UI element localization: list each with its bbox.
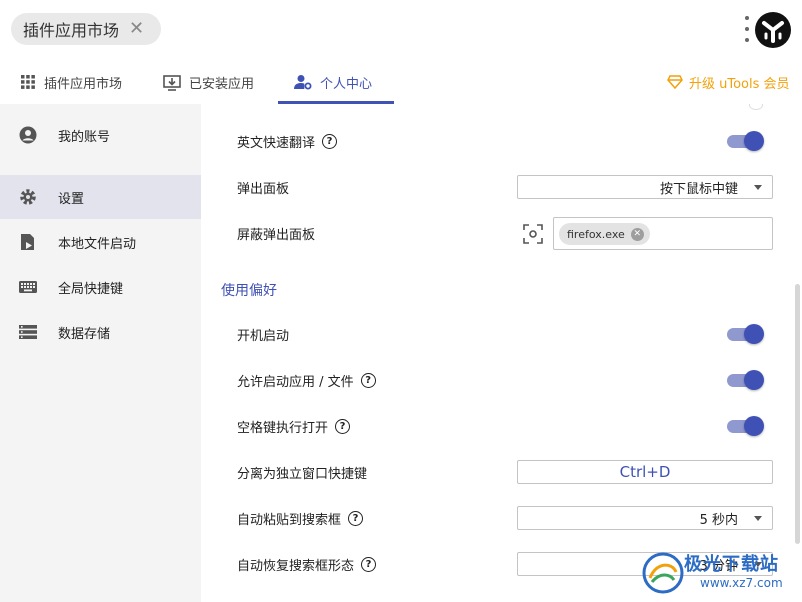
storage-icon bbox=[18, 322, 38, 342]
select-value: 5 秒内 bbox=[699, 512, 738, 528]
scroll-thumb[interactable] bbox=[795, 284, 800, 544]
sidebar-item-settings[interactable]: 设置 bbox=[0, 175, 201, 219]
help-icon[interactable]: ? bbox=[361, 556, 377, 572]
english-translate-toggle[interactable] bbox=[727, 131, 765, 151]
file-launch-icon bbox=[18, 232, 38, 252]
tab-label: 个人中心 bbox=[320, 76, 373, 92]
watermark: 极光下载站 www.xz7.com bbox=[640, 548, 795, 596]
setting-english-translate: 英文快速翻译? bbox=[201, 121, 793, 161]
auto-start-toggle[interactable] bbox=[727, 324, 765, 344]
close-icon[interactable]: ✕ bbox=[129, 20, 144, 38]
upgrade-label: 升级 uTools 会员 bbox=[689, 76, 790, 92]
popup-panel-select[interactable]: 按下鼠标中键 bbox=[517, 175, 773, 199]
sidebar-item-data-storage[interactable]: 数据存储 bbox=[0, 310, 201, 354]
tab-personal-center[interactable]: 个人中心 bbox=[294, 60, 372, 104]
setting-allow-launch: 允许启动应用 / 文件? bbox=[201, 360, 793, 400]
setting-label: 空格键执行打开 bbox=[237, 420, 329, 436]
setting-label: 屏蔽弹出面板 bbox=[237, 227, 316, 243]
user-settings-icon bbox=[294, 75, 312, 90]
allow-launch-toggle[interactable] bbox=[727, 370, 765, 390]
partial-toggle-edge bbox=[749, 104, 763, 110]
setting-auto-paste: 自动粘贴到搜索框? 5 秒内 bbox=[201, 498, 793, 538]
setting-auto-start: 开机启动 bbox=[201, 314, 793, 354]
diamond-icon bbox=[667, 75, 683, 89]
sidebar-item-local-file-launch[interactable]: 本地文件启动 bbox=[0, 220, 201, 264]
setting-label: 自动粘贴到搜索框 bbox=[237, 512, 342, 528]
settings-panel: 英文快速翻译? 弹出面板 按下鼠标中键 屏蔽弹出面板 firefox.exe ✕… bbox=[201, 104, 793, 602]
tab-installed[interactable]: 已安装应用 bbox=[163, 60, 254, 104]
window-picker-icon[interactable] bbox=[523, 224, 543, 244]
more-vertical-icon[interactable] bbox=[741, 16, 753, 42]
aurora-logo-icon bbox=[642, 552, 684, 594]
help-icon[interactable]: ? bbox=[348, 510, 364, 526]
blocked-apps-input[interactable]: firefox.exe ✕ bbox=[553, 217, 773, 250]
app-chip-label: firefox.exe bbox=[567, 227, 625, 241]
tab-plugin-market[interactable]: 插件应用市场 bbox=[20, 60, 122, 104]
watermark-url: www.xz7.com bbox=[700, 576, 783, 590]
grid-icon bbox=[21, 75, 35, 89]
help-icon[interactable]: ? bbox=[322, 133, 338, 149]
setting-popup-panel: 弹出面板 按下鼠标中键 bbox=[201, 167, 793, 207]
setting-detach-hotkey: 分离为独立窗口快捷键 Ctrl+D bbox=[201, 452, 793, 492]
sidebar-item-account[interactable]: 我的账号 bbox=[0, 113, 201, 157]
search-chip-label: 插件应用市场 bbox=[23, 21, 120, 40]
setting-label: 开机启动 bbox=[237, 328, 290, 344]
sidebar-item-global-hotkeys[interactable]: 全局快捷键 bbox=[0, 265, 201, 309]
help-icon[interactable]: ? bbox=[360, 372, 376, 388]
sidebar-item-label: 我的账号 bbox=[58, 129, 111, 145]
sidebar-item-label: 数据存储 bbox=[58, 326, 111, 342]
utools-logo-icon[interactable] bbox=[755, 12, 791, 48]
watermark-text: 极光下载站 bbox=[684, 554, 779, 575]
section-usage-title: 使用偏好 bbox=[221, 283, 277, 299]
installed-download-icon bbox=[163, 74, 181, 91]
setting-label: 分离为独立窗口快捷键 bbox=[237, 466, 368, 482]
auto-paste-select[interactable]: 5 秒内 bbox=[517, 506, 773, 530]
setting-label: 自动恢复搜索框形态 bbox=[237, 558, 355, 574]
remove-chip-icon[interactable]: ✕ bbox=[630, 227, 644, 241]
account-circle-icon bbox=[18, 125, 38, 145]
sidebar: 我的账号 设置 本地文件启动 全局快捷键 数据存储 bbox=[0, 104, 201, 602]
gear-icon bbox=[18, 187, 38, 207]
setting-label: 弹出面板 bbox=[237, 181, 290, 197]
sidebar-item-label: 本地文件启动 bbox=[58, 236, 137, 252]
caret-down-icon bbox=[754, 516, 762, 521]
sidebar-item-label: 全局快捷键 bbox=[58, 281, 124, 297]
tab-label: 插件应用市场 bbox=[44, 76, 123, 92]
keyboard-icon bbox=[18, 277, 38, 297]
sidebar-item-label: 设置 bbox=[58, 191, 85, 207]
upgrade-button[interactable]: 升级 uTools 会员 bbox=[667, 60, 790, 104]
select-value: 按下鼠标中键 bbox=[659, 181, 738, 197]
scrollbar[interactable] bbox=[793, 104, 802, 602]
help-icon[interactable]: ? bbox=[335, 418, 351, 434]
tab-bar: 插件应用市场 已安装应用 个人中心 升级 uTools 会员 bbox=[0, 60, 802, 104]
app-chip: firefox.exe ✕ bbox=[559, 223, 650, 245]
tab-label: 已安装应用 bbox=[189, 76, 255, 92]
setting-label: 英文快速翻译 bbox=[237, 135, 316, 151]
caret-down-icon bbox=[754, 185, 762, 190]
top-bar: 插件应用市场 ✕ bbox=[0, 0, 802, 60]
detach-hotkey-input[interactable]: Ctrl+D bbox=[517, 460, 773, 484]
setting-label: 允许启动应用 / 文件 bbox=[237, 374, 354, 390]
space-open-toggle[interactable] bbox=[727, 416, 765, 436]
setting-space-open: 空格键执行打开? bbox=[201, 406, 793, 446]
search-chip[interactable]: 插件应用市场 ✕ bbox=[11, 13, 161, 45]
